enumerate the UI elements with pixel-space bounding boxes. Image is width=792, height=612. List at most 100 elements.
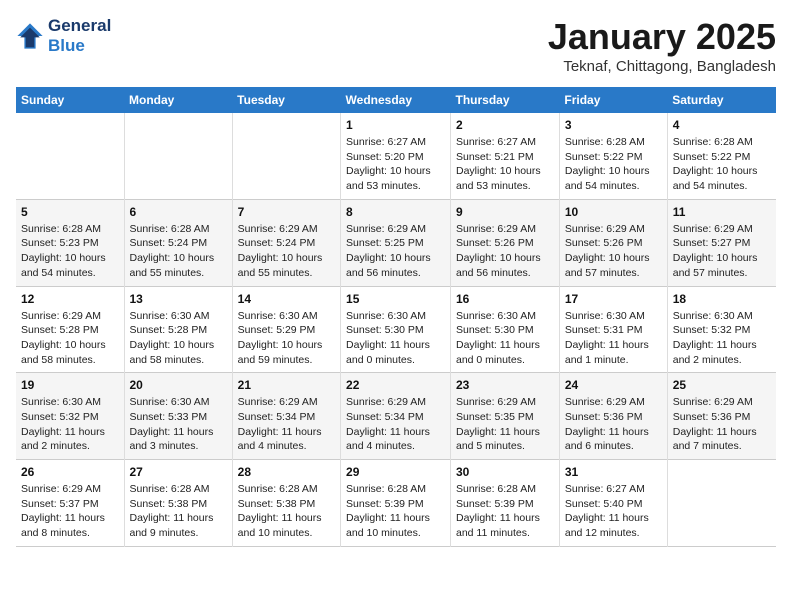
day-number: 23 <box>456 378 554 392</box>
day-cell: 13 Sunrise: 6:30 AM Sunset: 5:28 PM Dayli… <box>124 286 232 373</box>
day-info: Sunrise: 6:29 AM Sunset: 5:28 PM Dayligh… <box>21 309 119 368</box>
day-info: Sunrise: 6:30 AM Sunset: 5:31 PM Dayligh… <box>565 309 662 368</box>
day-info: Sunrise: 6:28 AM Sunset: 5:38 PM Dayligh… <box>238 482 335 541</box>
day-info: Sunrise: 6:28 AM Sunset: 5:39 PM Dayligh… <box>346 482 445 541</box>
day-info: Sunrise: 6:28 AM Sunset: 5:23 PM Dayligh… <box>21 222 119 281</box>
day-cell: 28 Sunrise: 6:28 AM Sunset: 5:38 PM Dayli… <box>232 460 340 547</box>
day-info: Sunrise: 6:30 AM Sunset: 5:28 PM Dayligh… <box>130 309 227 368</box>
day-number: 13 <box>130 292 227 306</box>
day-cell: 17 Sunrise: 6:30 AM Sunset: 5:31 PM Dayli… <box>559 286 667 373</box>
day-info: Sunrise: 6:30 AM Sunset: 5:32 PM Dayligh… <box>673 309 771 368</box>
day-info: Sunrise: 6:27 AM Sunset: 5:20 PM Dayligh… <box>346 135 445 194</box>
day-number: 31 <box>565 465 662 479</box>
day-info: Sunrise: 6:30 AM Sunset: 5:30 PM Dayligh… <box>346 309 445 368</box>
day-number: 29 <box>346 465 445 479</box>
day-info: Sunrise: 6:29 AM Sunset: 5:27 PM Dayligh… <box>673 222 771 281</box>
day-info: Sunrise: 6:29 AM Sunset: 5:36 PM Dayligh… <box>673 395 771 454</box>
day-number: 1 <box>346 118 445 132</box>
calendar-body: 1 Sunrise: 6:27 AM Sunset: 5:20 PM Daylig… <box>16 113 776 546</box>
week-row-4: 19Sunrise: 6:30 AM Sunset: 5:32 PM Dayli… <box>16 373 776 460</box>
day-number: 17 <box>565 292 662 306</box>
day-number: 30 <box>456 465 554 479</box>
day-number: 18 <box>673 292 771 306</box>
col-header-tuesday: Tuesday <box>232 87 340 113</box>
day-cell <box>16 113 124 199</box>
page-header: General Blue January 2025 Teknaf, Chitta… <box>16 16 776 75</box>
day-info: Sunrise: 6:29 AM Sunset: 5:36 PM Dayligh… <box>565 395 662 454</box>
day-cell: 23 Sunrise: 6:29 AM Sunset: 5:35 PM Dayli… <box>450 373 559 460</box>
day-info: Sunrise: 6:27 AM Sunset: 5:21 PM Dayligh… <box>456 135 554 194</box>
day-cell: 20 Sunrise: 6:30 AM Sunset: 5:33 PM Dayli… <box>124 373 232 460</box>
day-cell: 12Sunrise: 6:29 AM Sunset: 5:28 PM Dayli… <box>16 286 124 373</box>
day-cell: 16Sunrise: 6:30 AM Sunset: 5:30 PM Dayli… <box>450 286 559 373</box>
day-info: Sunrise: 6:29 AM Sunset: 5:37 PM Dayligh… <box>21 482 119 541</box>
day-info: Sunrise: 6:29 AM Sunset: 5:34 PM Dayligh… <box>238 395 335 454</box>
day-cell: 4 Sunrise: 6:28 AM Sunset: 5:22 PM Daylig… <box>667 113 776 199</box>
logo-blue: Blue <box>48 36 111 56</box>
day-number: 11 <box>673 205 771 219</box>
col-header-monday: Monday <box>124 87 232 113</box>
day-cell: 9 Sunrise: 6:29 AM Sunset: 5:26 PM Daylig… <box>450 199 559 286</box>
day-cell: 3Sunrise: 6:28 AM Sunset: 5:22 PM Daylig… <box>559 113 667 199</box>
day-info: Sunrise: 6:29 AM Sunset: 5:26 PM Dayligh… <box>565 222 662 281</box>
day-info: Sunrise: 6:29 AM Sunset: 5:24 PM Dayligh… <box>238 222 335 281</box>
col-header-wednesday: Wednesday <box>341 87 451 113</box>
day-cell: 8 Sunrise: 6:29 AM Sunset: 5:25 PM Daylig… <box>341 199 451 286</box>
logo-icon <box>16 22 44 50</box>
day-cell: 15 Sunrise: 6:30 AM Sunset: 5:30 PM Dayli… <box>341 286 451 373</box>
logo-general: General <box>48 16 111 36</box>
day-number: 24 <box>565 378 662 392</box>
day-number: 15 <box>346 292 445 306</box>
day-info: Sunrise: 6:28 AM Sunset: 5:38 PM Dayligh… <box>130 482 227 541</box>
day-info: Sunrise: 6:29 AM Sunset: 5:35 PM Dayligh… <box>456 395 554 454</box>
col-header-saturday: Saturday <box>667 87 776 113</box>
day-cell: 1 Sunrise: 6:27 AM Sunset: 5:20 PM Daylig… <box>341 113 451 199</box>
week-row-5: 26Sunrise: 6:29 AM Sunset: 5:37 PM Dayli… <box>16 460 776 547</box>
day-info: Sunrise: 6:30 AM Sunset: 5:29 PM Dayligh… <box>238 309 335 368</box>
day-cell: 29 Sunrise: 6:28 AM Sunset: 5:39 PM Dayli… <box>341 460 451 547</box>
day-cell: 27 Sunrise: 6:28 AM Sunset: 5:38 PM Dayli… <box>124 460 232 547</box>
day-cell: 14Sunrise: 6:30 AM Sunset: 5:29 PM Dayli… <box>232 286 340 373</box>
day-info: Sunrise: 6:29 AM Sunset: 5:25 PM Dayligh… <box>346 222 445 281</box>
day-info: Sunrise: 6:30 AM Sunset: 5:33 PM Dayligh… <box>130 395 227 454</box>
calendar-subtitle: Teknaf, Chittagong, Bangladesh <box>548 58 776 75</box>
day-number: 10 <box>565 205 662 219</box>
day-cell: 25Sunrise: 6:29 AM Sunset: 5:36 PM Dayli… <box>667 373 776 460</box>
day-cell: 10 Sunrise: 6:29 AM Sunset: 5:26 PM Dayli… <box>559 199 667 286</box>
day-info: Sunrise: 6:28 AM Sunset: 5:22 PM Dayligh… <box>673 135 771 194</box>
day-number: 7 <box>238 205 335 219</box>
day-info: Sunrise: 6:29 AM Sunset: 5:26 PM Dayligh… <box>456 222 554 281</box>
day-cell: 5 Sunrise: 6:28 AM Sunset: 5:23 PM Daylig… <box>16 199 124 286</box>
day-cell: 19Sunrise: 6:30 AM Sunset: 5:32 PM Dayli… <box>16 373 124 460</box>
day-cell: 11 Sunrise: 6:29 AM Sunset: 5:27 PM Dayli… <box>667 199 776 286</box>
calendar-header: SundayMondayTuesdayWednesdayThursdayFrid… <box>16 87 776 113</box>
day-info: Sunrise: 6:30 AM Sunset: 5:30 PM Dayligh… <box>456 309 554 368</box>
calendar-title: January 2025 <box>548 16 776 58</box>
col-header-thursday: Thursday <box>450 87 559 113</box>
day-number: 3 <box>565 118 662 132</box>
day-cell: 30 Sunrise: 6:28 AM Sunset: 5:39 PM Dayli… <box>450 460 559 547</box>
day-cell <box>124 113 232 199</box>
day-number: 22 <box>346 378 445 392</box>
day-number: 20 <box>130 378 227 392</box>
day-number: 9 <box>456 205 554 219</box>
day-cell: 18 Sunrise: 6:30 AM Sunset: 5:32 PM Dayli… <box>667 286 776 373</box>
day-number: 27 <box>130 465 227 479</box>
day-number: 5 <box>21 205 119 219</box>
day-info: Sunrise: 6:27 AM Sunset: 5:40 PM Dayligh… <box>565 482 662 541</box>
day-cell: 21Sunrise: 6:29 AM Sunset: 5:34 PM Dayli… <box>232 373 340 460</box>
day-info: Sunrise: 6:28 AM Sunset: 5:39 PM Dayligh… <box>456 482 554 541</box>
day-number: 8 <box>346 205 445 219</box>
col-header-sunday: Sunday <box>16 87 124 113</box>
day-number: 4 <box>673 118 771 132</box>
week-row-2: 5 Sunrise: 6:28 AM Sunset: 5:23 PM Daylig… <box>16 199 776 286</box>
day-cell: 31 Sunrise: 6:27 AM Sunset: 5:40 PM Dayli… <box>559 460 667 547</box>
day-info: Sunrise: 6:29 AM Sunset: 5:34 PM Dayligh… <box>346 395 445 454</box>
week-row-3: 12Sunrise: 6:29 AM Sunset: 5:28 PM Dayli… <box>16 286 776 373</box>
title-block: January 2025 Teknaf, Chittagong, Banglad… <box>548 16 776 75</box>
day-cell: 6Sunrise: 6:28 AM Sunset: 5:24 PM Daylig… <box>124 199 232 286</box>
day-cell: 7 Sunrise: 6:29 AM Sunset: 5:24 PM Daylig… <box>232 199 340 286</box>
day-cell: 22 Sunrise: 6:29 AM Sunset: 5:34 PM Dayli… <box>341 373 451 460</box>
logo: General Blue <box>16 16 111 56</box>
day-number: 28 <box>238 465 335 479</box>
